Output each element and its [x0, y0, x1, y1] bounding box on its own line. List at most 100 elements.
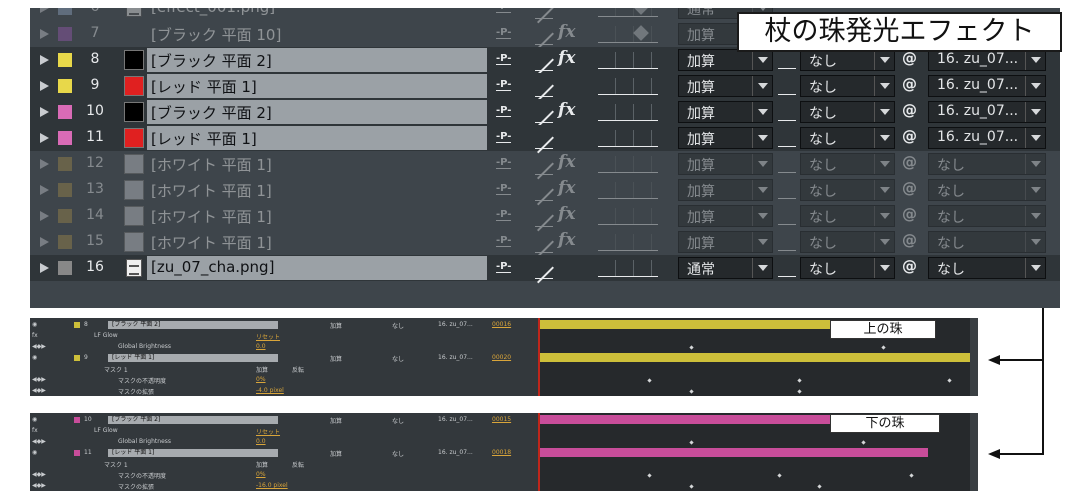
expand-triangle-icon[interactable]	[40, 81, 49, 91]
quality-switch-icon[interactable]	[535, 257, 553, 279]
blend-mode-dropdown[interactable]: 加算	[678, 49, 773, 71]
chevron-down-icon[interactable]	[874, 206, 894, 226]
timeline-row[interactable]: fx LF Glow リセット	[30, 331, 538, 341]
layer-name[interactable]: [ブラック 平面 2]	[147, 48, 487, 72]
chevron-down-icon[interactable]	[1025, 258, 1045, 278]
layer-duration-bar[interactable]	[540, 448, 928, 457]
shy-switch-icon[interactable]: -P-	[496, 53, 512, 65]
quality-switch-icon[interactable]	[535, 23, 553, 45]
label-color-swatch[interactable]	[58, 27, 72, 41]
switch-boxes[interactable]	[598, 104, 658, 121]
chevron-down-icon[interactable]	[752, 206, 772, 226]
quality-switch-icon[interactable]	[535, 231, 553, 253]
blend-mode-dropdown[interactable]: 加算	[678, 127, 773, 149]
chevron-down-icon[interactable]	[874, 154, 894, 174]
keyframe-navigator-icon[interactable]: ◀◆▶	[32, 438, 46, 445]
parent-pickwhip-icon[interactable]: @	[902, 231, 917, 249]
quality-switch-icon[interactable]	[535, 49, 553, 71]
blend-mode-dropdown[interactable]: 加算	[678, 231, 773, 253]
track-matte-dropdown[interactable]: なし	[800, 127, 895, 149]
switch-box[interactable]	[598, 234, 616, 250]
label-color-swatch[interactable]	[58, 183, 72, 197]
layer-name[interactable]: [zu_07_cha.png]	[147, 256, 487, 280]
track-matte-value[interactable]: なし	[392, 416, 404, 425]
parent-pickwhip-icon[interactable]: @	[902, 179, 917, 197]
label-color-swatch[interactable]	[58, 261, 72, 275]
keyframe-navigator-icon[interactable]: ◀◆▶	[32, 376, 46, 383]
chevron-down-icon[interactable]	[1025, 76, 1045, 96]
shy-switch-icon[interactable]: -P-	[496, 157, 512, 169]
chevron-down-icon[interactable]	[874, 258, 894, 278]
quality-switch-icon[interactable]	[535, 75, 553, 97]
track-matte-value[interactable]: なし	[392, 449, 404, 458]
chevron-down-icon[interactable]	[874, 128, 894, 148]
layer-duration-bar[interactable]	[540, 320, 830, 329]
timeline-row[interactable]: ◀◆▶ マスクの拡張 -4.0 pixel	[30, 386, 538, 396]
switch-box[interactable]	[616, 8, 634, 16]
parent-pickwhip-icon[interactable]: @	[902, 127, 917, 145]
parent-dropdown[interactable]: 16. zu_07...	[928, 101, 1046, 123]
switch-boxes[interactable]	[598, 26, 658, 43]
shy-switch-icon[interactable]: -P-	[496, 209, 512, 221]
keyframe-navigator-icon[interactable]: ◀◆▶	[32, 471, 46, 478]
label-color-swatch[interactable]	[74, 322, 80, 328]
preserve-transparency-box[interactable]	[778, 128, 796, 147]
label-color-swatch[interactable]	[58, 53, 72, 67]
mask-mode-value[interactable]: 加算	[256, 365, 268, 374]
switch-boxes[interactable]	[598, 78, 658, 95]
chevron-down-icon[interactable]	[752, 258, 772, 278]
parent-value[interactable]: 16. zu_07...	[438, 416, 473, 423]
chevron-down-icon[interactable]	[1025, 206, 1045, 226]
blend-mode-dropdown[interactable]: 加算	[678, 101, 773, 123]
preserve-transparency-box[interactable]	[778, 206, 796, 225]
switch-box[interactable]	[598, 8, 616, 16]
label-color-swatch[interactable]	[58, 131, 72, 145]
switch-box[interactable]	[598, 52, 616, 68]
timeline-row[interactable]: ◀◆▶ マスクの不透明度 0%	[30, 470, 538, 480]
fx-switch-icon[interactable]: fx	[558, 230, 575, 250]
parent-dropdown[interactable]: なし	[928, 257, 1046, 279]
chevron-down-icon[interactable]	[1025, 50, 1045, 70]
chevron-down-icon[interactable]	[752, 180, 772, 200]
chevron-down-icon[interactable]	[752, 102, 772, 122]
fx-switch-icon[interactable]: fx	[558, 100, 575, 120]
eye-icon[interactable]: ◉	[32, 416, 37, 423]
switch-box[interactable]	[634, 156, 652, 172]
keyframe-navigator-icon[interactable]: ◀◆▶	[32, 387, 46, 394]
expand-triangle-icon[interactable]	[40, 107, 49, 117]
timeline-row[interactable]: ◉ 10 [ブラック 平面 2] 加算 なし 16. zu_07... 00015	[30, 415, 538, 425]
fx-switch-icon[interactable]: fx	[558, 152, 575, 172]
switch-box[interactable]	[616, 104, 634, 120]
fx-switch-icon[interactable]: fx	[558, 48, 575, 68]
track-matte-dropdown[interactable]: なし	[800, 231, 895, 253]
switch-box[interactable]	[634, 78, 652, 94]
layer-duration-bar[interactable]	[540, 415, 830, 424]
preserve-transparency-box[interactable]	[778, 50, 796, 69]
layer-name[interactable]: [ブラック 平面 10]	[147, 22, 487, 46]
label-color-swatch[interactable]	[58, 105, 72, 119]
keyframe-navigator-icon[interactable]: ◀◆▶	[32, 343, 46, 350]
preserve-transparency-box[interactable]	[778, 76, 796, 95]
eye-icon[interactable]: ◉	[32, 449, 37, 456]
expand-triangle-icon[interactable]	[40, 29, 49, 39]
switch-box[interactable]	[616, 78, 634, 94]
blend-mode-dropdown[interactable]: 加算	[678, 153, 773, 175]
chevron-down-icon[interactable]	[752, 128, 772, 148]
layer-name[interactable]: [レッド 平面 1]	[108, 449, 278, 457]
timeline-row[interactable]: マスク 1 加算 反転	[30, 364, 538, 374]
shy-switch-icon[interactable]: -P-	[496, 27, 512, 39]
switch-boxes[interactable]	[598, 234, 658, 251]
parent-value[interactable]: 16. zu_07...	[438, 321, 473, 328]
label-color-swatch[interactable]	[58, 8, 72, 15]
expand-triangle-icon[interactable]	[40, 8, 49, 13]
switch-box[interactable]	[598, 260, 616, 276]
chevron-down-icon[interactable]	[752, 76, 772, 96]
parent-dropdown[interactable]: 16. zu_07...	[928, 49, 1046, 71]
chevron-down-icon[interactable]	[874, 102, 894, 122]
layer-duration-bar[interactable]	[540, 353, 970, 362]
switch-box[interactable]	[598, 208, 616, 224]
expand-triangle-icon[interactable]	[40, 159, 49, 169]
blend-mode-dropdown[interactable]: 通常	[678, 257, 773, 279]
layer-name[interactable]: [ブラック 平面 2]	[108, 416, 278, 424]
layer-name[interactable]: [ブラック 平面 2]	[147, 100, 487, 124]
